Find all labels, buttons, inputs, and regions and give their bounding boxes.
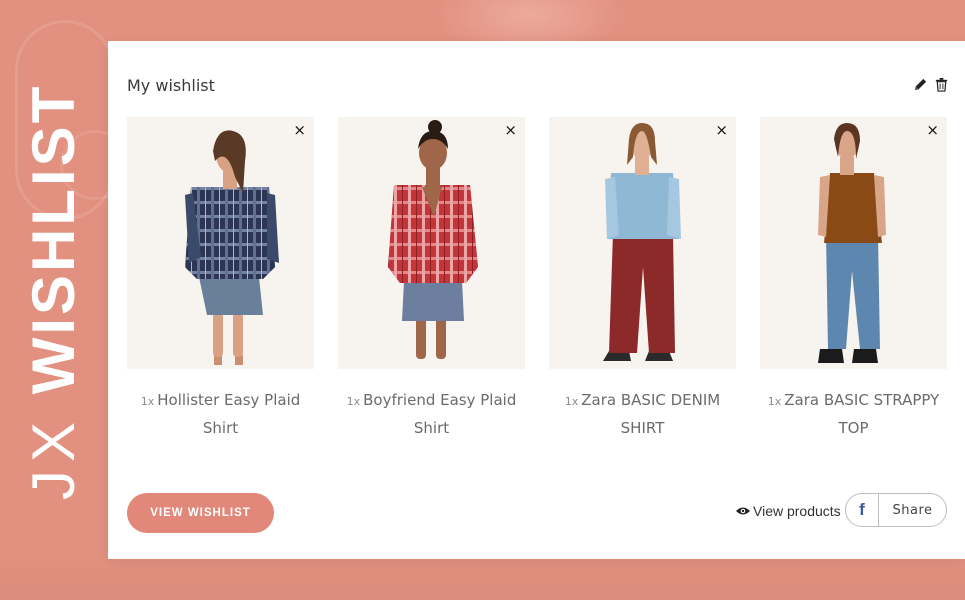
background-bottom-strip [0,558,965,600]
product-name[interactable]: 1x Hollister Easy Plaid Shirt [127,387,314,442]
model-photo [818,123,886,363]
vertical-title-prefix: JX [20,413,87,500]
remove-item-button[interactable]: × [926,123,939,138]
product-card: × 1x Hollister Easy Plaid Shirt [127,117,314,442]
vertical-title: JX WISHLIST [20,84,87,500]
model-photo [388,120,478,359]
view-products-link[interactable]: View products [736,503,841,519]
product-title[interactable]: Hollister Easy Plaid Shirt [157,391,300,437]
product-name[interactable]: 1x Boyfriend Easy Plaid Shirt [338,387,525,442]
product-name[interactable]: 1x Zara BASIC DENIM SHIRT [549,387,736,442]
product-quantity: 1x [564,395,579,408]
remove-item-button[interactable]: × [293,123,306,138]
wishlist-title: My wishlist [127,76,215,95]
product-grid: × 1x Hollister Easy Plaid Shirt × 1x Boy… [127,117,947,442]
view-wishlist-button[interactable]: VIEW WISHLIST [127,493,274,533]
product-title[interactable]: Zara BASIC DENIM SHIRT [581,391,720,437]
product-image[interactable]: × [549,117,736,369]
product-quantity: 1x [767,395,782,408]
product-title[interactable]: Zara BASIC STRAPPY TOP [784,391,939,437]
product-image[interactable]: × [127,117,314,369]
vertical-title-main: WISHLIST [20,83,87,395]
share-label: Share [892,502,933,518]
facebook-glyph: f [859,500,865,519]
wishlist-header-actions [913,77,949,92]
product-quantity: 1x [346,395,361,408]
trash-icon[interactable] [934,77,949,92]
model-photo [603,123,681,361]
product-card: × 1x Zara BASIC DENIM SHIRT [549,117,736,442]
product-name[interactable]: 1x Zara BASIC STRAPPY TOP [760,387,947,442]
eye-icon [736,507,750,515]
model-photo [185,130,279,365]
facebook-icon: f [846,494,879,526]
product-image[interactable]: × [760,117,947,369]
product-title[interactable]: Boyfriend Easy Plaid Shirt [363,391,516,437]
wishlist-card: My wishlist × 1x Hollister Easy Plaid Sh… [108,41,965,559]
remove-item-button[interactable]: × [504,123,517,138]
product-card: × 1x Boyfriend Easy Plaid Shirt [338,117,525,442]
product-card: × 1x Zara BASIC STRAPPY TOP [760,117,947,442]
share-button[interactable]: f Share [845,493,947,527]
product-image[interactable]: × [338,117,525,369]
remove-item-button[interactable]: × [715,123,728,138]
pencil-icon[interactable] [913,77,928,92]
view-products-label: View products [753,503,841,519]
product-quantity: 1x [140,395,155,408]
